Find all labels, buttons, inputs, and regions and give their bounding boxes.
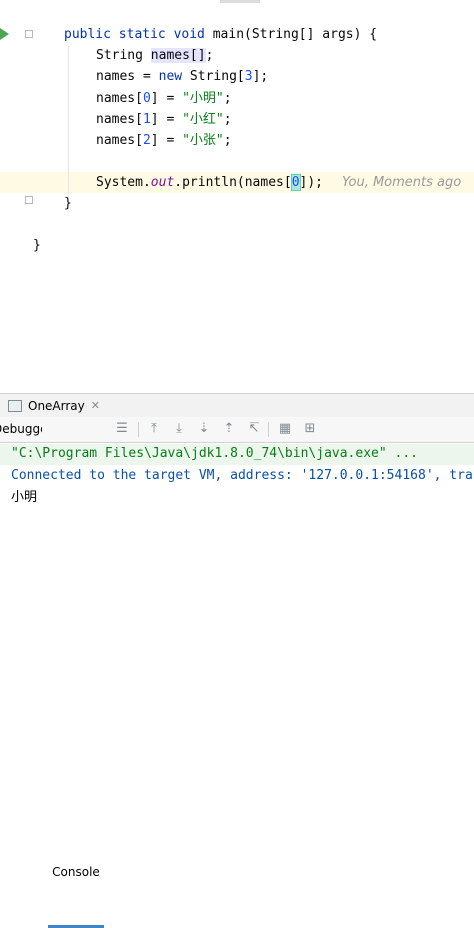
- editor-gutter: [0, 0, 40, 393]
- keyword: public static void: [64, 27, 205, 42]
- number-literal: 1: [142, 112, 151, 127]
- code-text: names[: [96, 112, 143, 127]
- code-text: ] =: [150, 112, 183, 127]
- indent-guide: [68, 46, 69, 194]
- string-literal: "小红": [182, 112, 224, 127]
- code-line-main[interactable]: public static void main(String[] args) {: [64, 24, 377, 45]
- console-output[interactable]: "C:\Program Files\Java\jdk1.8.0_74\bin\j…: [0, 443, 474, 511]
- download-icon[interactable]: ⇣: [196, 421, 212, 437]
- string-literal: "小张": [182, 133, 224, 148]
- frames-icon[interactable]: ▦: [277, 421, 293, 437]
- code-text: main(String[] args) {: [204, 27, 378, 42]
- code-text: names[: [96, 133, 143, 148]
- code-line-assign[interactable]: names[2] = "小张";: [96, 130, 232, 151]
- console-system-message: Connected to the target VM, address: '12…: [11, 468, 474, 483]
- string-literal: "小明": [182, 91, 224, 106]
- code-text: System.: [96, 175, 151, 190]
- code-text: ;: [223, 133, 232, 148]
- run-config-icon: [8, 399, 22, 412]
- close-icon[interactable]: ✕: [91, 399, 100, 412]
- step-out-icon[interactable]: ↸: [246, 421, 262, 437]
- code-text: ;: [223, 91, 232, 106]
- number-literal: 0: [142, 91, 151, 106]
- code-text: String[: [182, 69, 245, 84]
- tab-console[interactable]: Console: [48, 860, 104, 928]
- keyword: new: [158, 69, 183, 84]
- git-blame-annotation: You, Moments ago: [342, 175, 462, 190]
- static-field: out: [150, 175, 175, 190]
- code-text: String: [96, 48, 151, 63]
- code-line-assign[interactable]: names[1] = "小红";: [96, 109, 232, 130]
- menu-icon[interactable]: ☰: [114, 421, 130, 437]
- code-text: ;: [205, 48, 214, 63]
- upload-icon[interactable]: ⇡: [221, 421, 237, 437]
- toolbar-separator: [268, 422, 269, 437]
- code-editor[interactable]: public static void main(String[] args) {…: [0, 0, 474, 393]
- highlighted-identifier: names[]: [150, 48, 206, 63]
- number-literal: 0: [290, 174, 301, 191]
- run-tab-label: OneArray: [28, 398, 85, 413]
- code-line-new[interactable]: names = new String[3];: [96, 66, 268, 87]
- code-text: ] =: [150, 91, 183, 106]
- down-arrow-icon[interactable]: ⤓: [171, 421, 187, 437]
- code-text: names[: [96, 91, 143, 106]
- code-text: .println(names[: [174, 175, 292, 190]
- code-line-decl[interactable]: String names[];: [96, 45, 213, 66]
- code-line-close[interactable]: }: [33, 235, 41, 256]
- fold-marker-icon[interactable]: [25, 196, 33, 204]
- grid-icon[interactable]: ⊞: [302, 421, 318, 437]
- code-text: ;: [223, 112, 232, 127]
- run-gutter-icon[interactable]: [0, 28, 9, 40]
- console-program-output: 小明: [11, 490, 38, 505]
- code-text: ]);: [299, 175, 323, 190]
- tab-run-config[interactable]: OneArray ✕: [0, 394, 100, 417]
- code-line-close[interactable]: }: [64, 193, 72, 214]
- up-arrow-icon[interactable]: ⤒: [146, 421, 162, 437]
- toolbar-separator: [138, 422, 139, 437]
- number-literal: 2: [142, 133, 151, 148]
- console-command-line: "C:\Program Files\Java\jdk1.8.0_74\bin\j…: [11, 446, 418, 461]
- code-text: names =: [96, 69, 159, 84]
- tab-debugger[interactable]: Debugger: [0, 417, 42, 442]
- fold-marker-icon[interactable]: [25, 30, 33, 38]
- code-line-print[interactable]: System.out.println(names[0]);: [96, 172, 323, 193]
- number-literal: 3: [244, 69, 253, 84]
- scroll-indicator: [220, 0, 260, 3]
- run-tool-window-header: OneArray ✕: [0, 393, 474, 417]
- debug-toolbar: Debugger Console ☰ ⤒ ⤓ ⇣ ⇡ ↸ ▦ ⊞: [0, 417, 474, 928]
- code-text: ] =: [150, 133, 183, 148]
- code-line-assign[interactable]: names[0] = "小明";: [96, 88, 232, 109]
- code-text: ];: [252, 69, 269, 84]
